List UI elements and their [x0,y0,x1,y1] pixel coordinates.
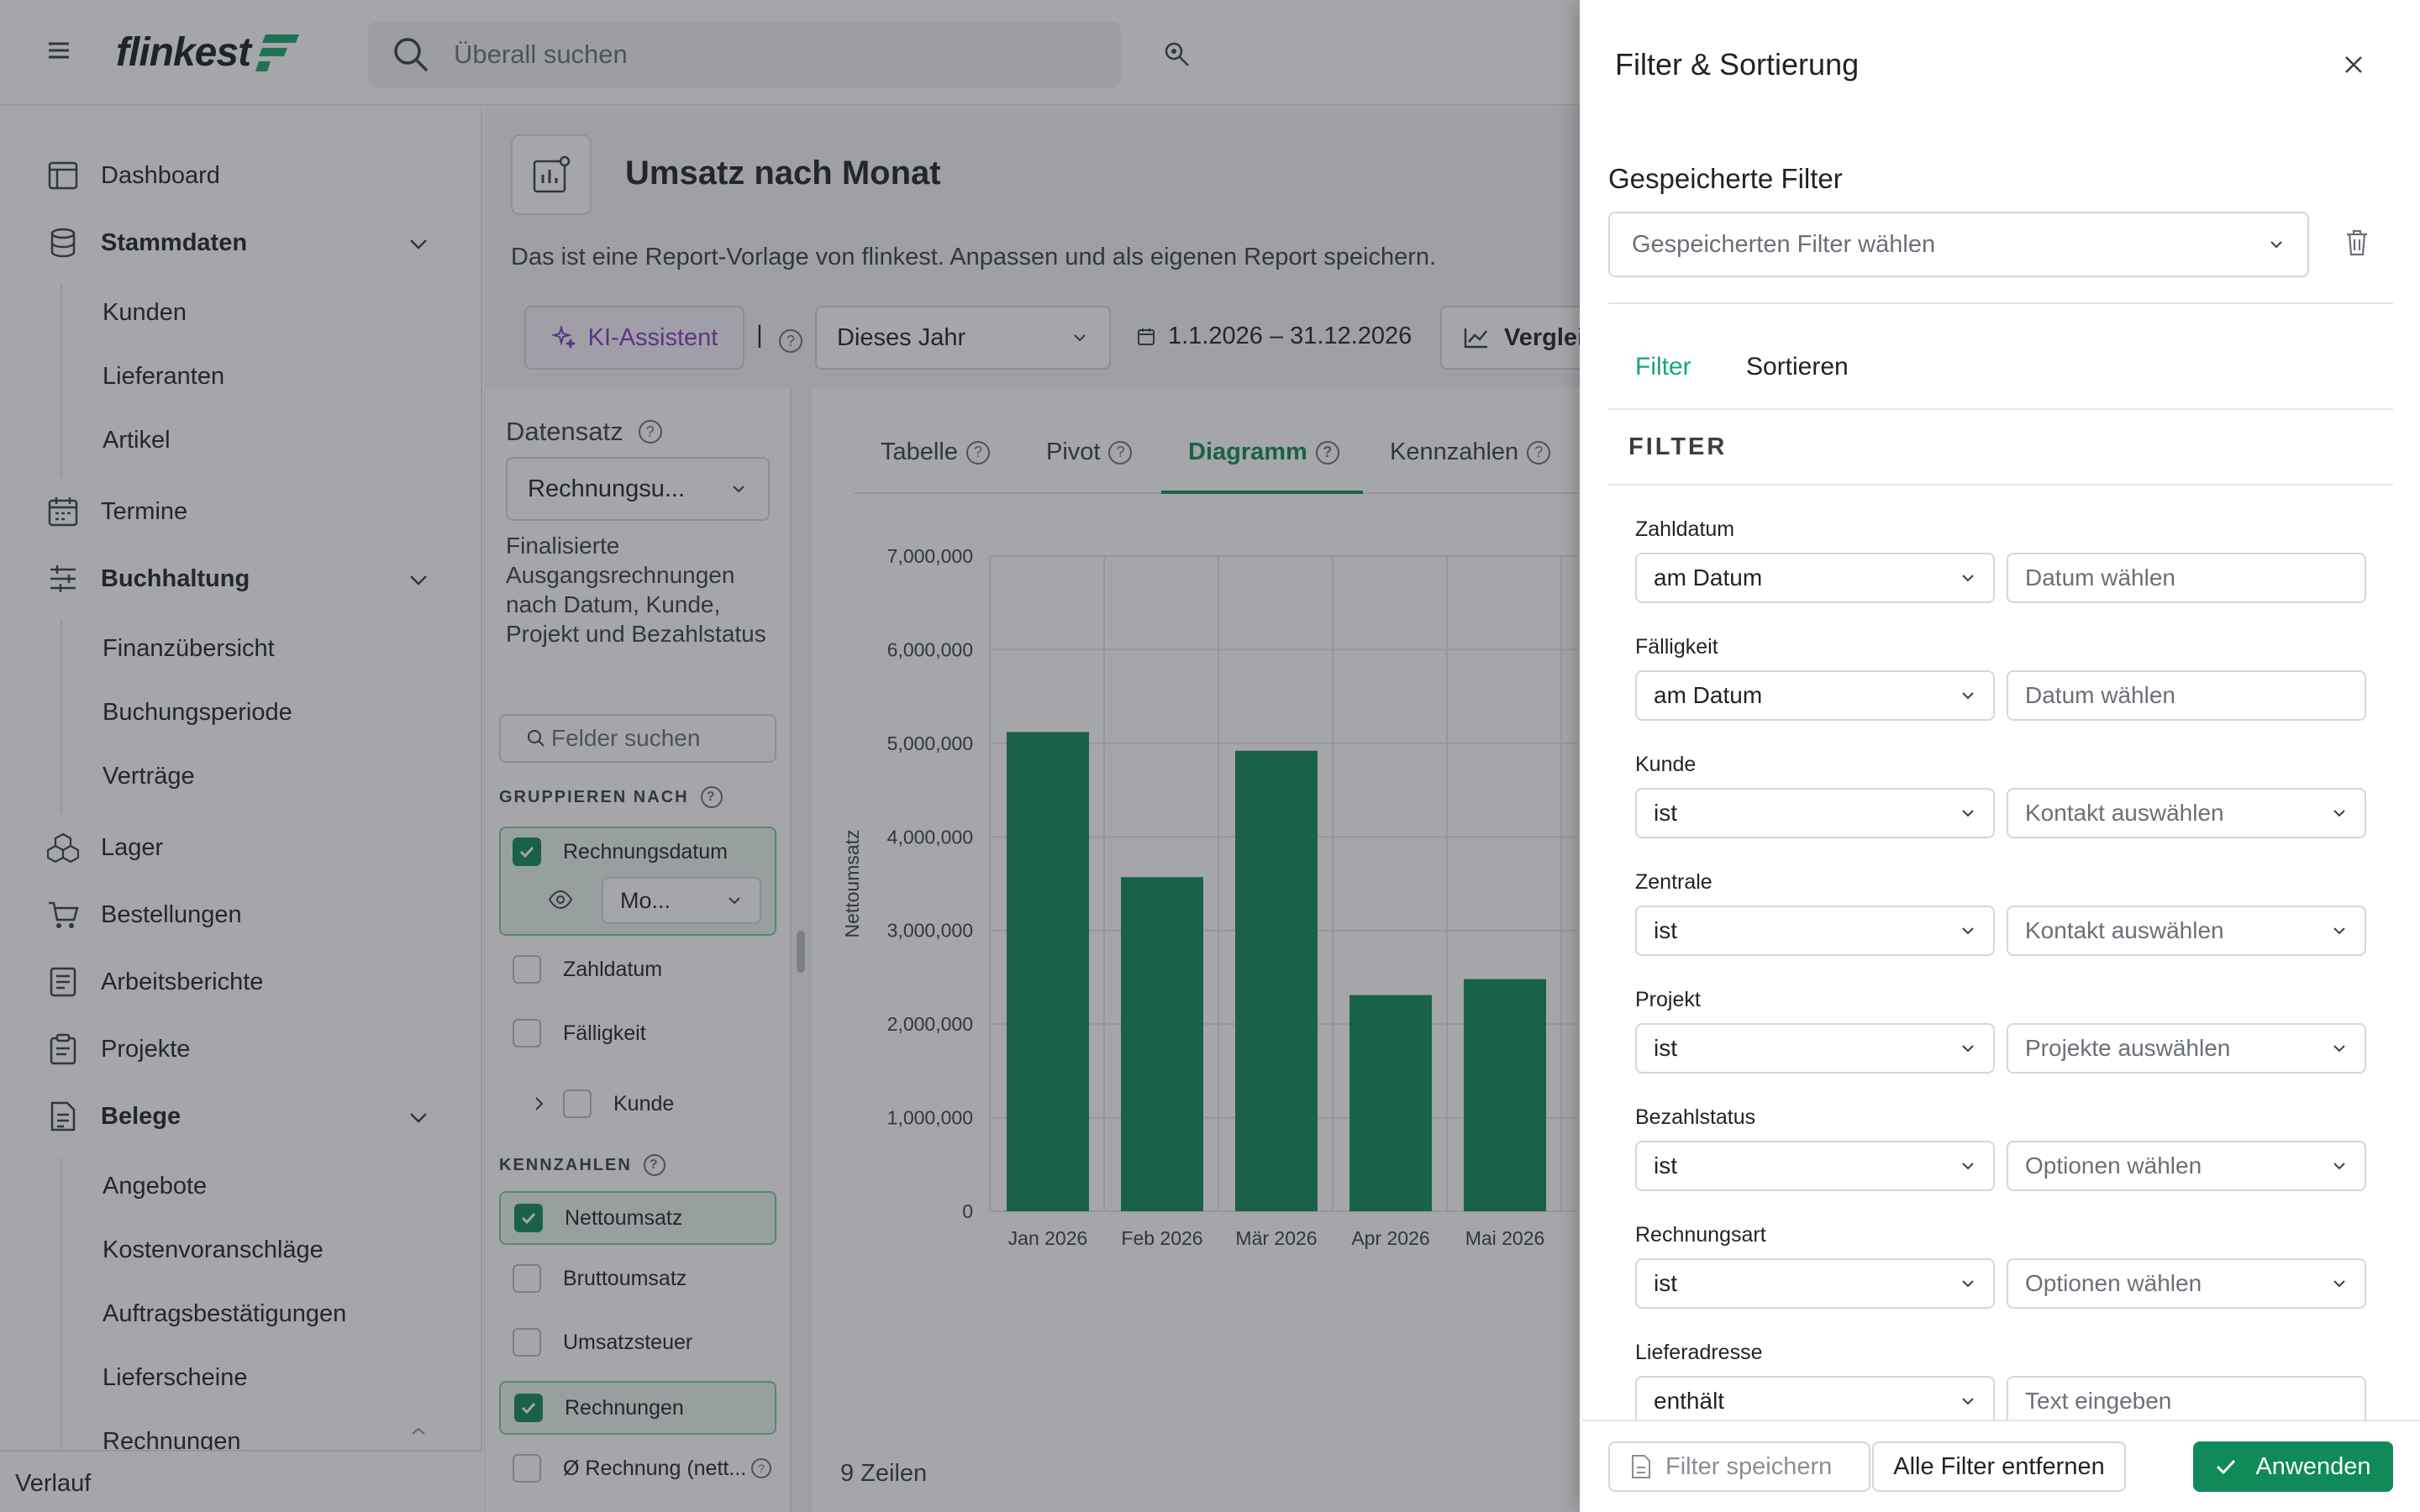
filter-operator-value: ist [1654,1270,1677,1296]
filter-label: Projekt [1635,988,1701,1011]
filter-heading-divider [1608,484,2393,486]
clear-filters-button[interactable]: Alle Filter entfernen [1872,1441,2126,1492]
saved-filter-placeholder: Gespeicherten Filter wählen [1632,230,1936,258]
filter-value-placeholder: Optionen wählen [2025,1152,2202,1179]
tab-filter[interactable]: Filter [1635,353,1691,381]
chevron-down-icon [1962,575,1974,582]
modal-backdrop[interactable] [0,0,1580,1512]
filter-operator-select[interactable]: enthält [1635,1376,1995,1426]
filter-label: Rechnungsart [1635,1223,1766,1247]
filter-operator-value: ist [1654,800,1677,826]
filter-operator-select[interactable]: ist [1635,906,1995,956]
chevron-down-icon [1962,692,1974,700]
filter-operator-value: enthält [1654,1388,1725,1414]
filter-value-placeholder: Datum wählen [2025,564,2175,591]
chevron-down-icon [2333,927,2345,935]
tab-sortieren[interactable]: Sortieren [1746,353,1849,381]
filter-value-select[interactable]: Optionen wählen [2007,1141,2366,1191]
filter-value-placeholder: Text eingeben [2025,1388,2172,1414]
filter-value-select[interactable]: Optionen wählen [2007,1258,2366,1309]
save-filter-label: Filter speichern [1665,1452,1833,1480]
filter-label: Kunde [1635,753,1697,776]
check-icon [2217,1459,2236,1475]
filter-operator-select[interactable]: ist [1635,1023,1995,1074]
apply-label: Anwenden [2255,1452,2371,1480]
filter-value-placeholder: Datum wählen [2025,682,2175,708]
filter-value-placeholder: Optionen wählen [2025,1270,2202,1296]
filter-value-input[interactable]: Text eingeben [2007,1376,2366,1426]
filter-operator-select[interactable]: am Datum [1635,670,1995,721]
filter-operator-value: am Datum [1654,564,1763,591]
chevron-down-icon [1962,927,1974,935]
filter-value-select[interactable]: Kontakt auswählen [2007,788,2366,838]
filter-value-placeholder: Kontakt auswählen [2025,917,2224,943]
filter-operator-value: ist [1654,1035,1677,1061]
chevron-down-icon [2333,810,2345,817]
drawer-title: Filter & Sortierung [1615,47,1860,81]
chevron-down-icon [1962,1398,1974,1405]
trash-icon[interactable] [2344,228,2370,257]
chevron-down-icon [2333,1280,2345,1288]
filter-operator-select[interactable]: am Datum [1635,553,1995,603]
filter-value-input[interactable]: Datum wählen [2007,553,2366,603]
filter-operator-select[interactable]: ist [1635,1141,1995,1191]
filter-label: Zentrale [1635,870,1712,894]
filter-value-select[interactable]: Projekte auswählen [2007,1023,2366,1074]
filter-label: Zahldatum [1635,517,1735,541]
filter-operator-select[interactable]: ist [1635,788,1995,838]
filter-operator-select[interactable]: ist [1635,1258,1995,1309]
filter-value-input[interactable]: Datum wählen [2007,670,2366,721]
filter-label: Bezahlstatus [1635,1105,1756,1129]
saved-filter-select[interactable]: Gespeicherten Filter wählen [1608,212,2309,277]
filter-value-placeholder: Kontakt auswählen [2025,800,2224,826]
filter-operator-value: am Datum [1654,682,1763,708]
save-filter-button[interactable]: Filter speichern [1608,1441,1870,1492]
chevron-down-icon [2333,1045,2345,1053]
chevron-down-icon [1962,1280,1974,1288]
chevron-down-icon [1962,810,1974,817]
close-icon[interactable] [2341,52,2366,77]
filter-heading: FILTER [1628,433,1728,460]
apply-button[interactable]: Anwenden [2193,1441,2393,1492]
chevron-down-icon [1962,1045,1974,1053]
chevron-down-icon [2333,1163,2345,1170]
filter-label: Fälligkeit [1635,635,1718,659]
document-icon [1632,1455,1650,1478]
filter-value-select[interactable]: Kontakt auswählen [2007,906,2366,956]
filter-label: Lieferadresse [1635,1341,1763,1364]
filter-operator-value: ist [1654,917,1677,943]
filter-value-placeholder: Projekte auswählen [2025,1035,2231,1061]
saved-filters-label: Gespeicherte Filter [1608,163,1843,194]
clear-filters-label: Alle Filter entfernen [1893,1452,2105,1480]
drawer-divider [1608,302,2393,304]
chevron-down-icon [2270,241,2282,249]
chevron-down-icon [1962,1163,1974,1170]
filter-operator-value: ist [1654,1152,1677,1179]
drawer-tabs-divider [1608,408,2393,410]
